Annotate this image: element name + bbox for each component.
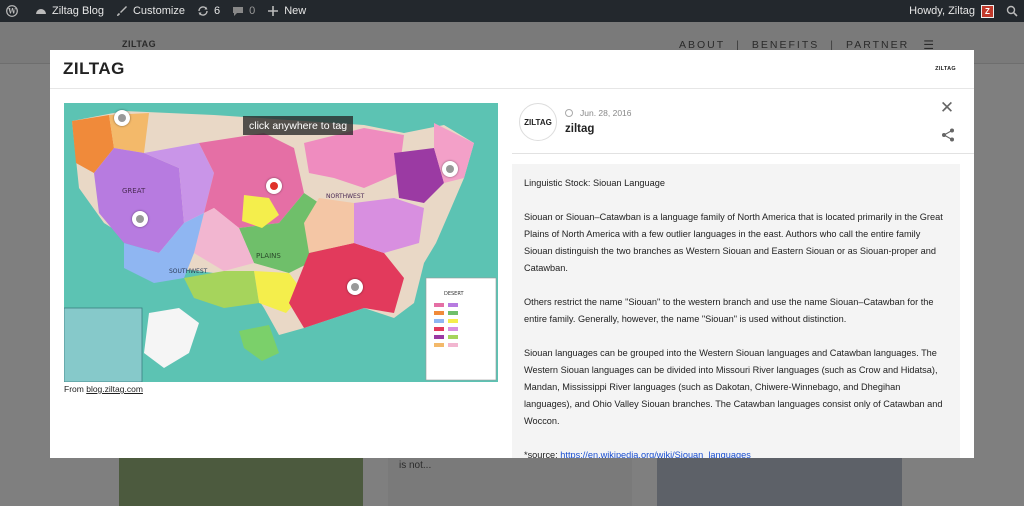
new-label: New	[284, 5, 307, 17]
svg-text:W: W	[7, 7, 16, 16]
updates-link[interactable]: 6	[191, 0, 226, 22]
tag-content: Linguistic Stock: Siouan Language Siouan…	[512, 164, 960, 458]
bg-post-image-right	[657, 458, 902, 506]
site-name-link[interactable]: Ziltag Blog	[29, 0, 110, 22]
dashboard-icon	[36, 9, 46, 14]
share-icon[interactable]	[941, 128, 955, 142]
ziltag-logo-small[interactable]: ZILTAG	[935, 66, 956, 72]
customize-label: Customize	[132, 5, 185, 17]
howdy-label: Howdy, Ziltag	[909, 5, 975, 17]
map-legend-title: DESERT	[444, 291, 464, 297]
clock-icon	[565, 109, 573, 117]
content-source: *source: https://en.wikipedia.org/wiki/S…	[524, 447, 949, 458]
admin-bar: W Ziltag Blog Customize 6 0 New Howdy, Z…	[0, 0, 1024, 22]
click-to-tag-tooltip: click anywhere to tag	[243, 116, 354, 135]
brush-icon	[116, 6, 127, 16]
panel-divider	[512, 153, 974, 154]
map-illustration: GREAT PLAINS NORTHWEST SOUTHWEST DESERT	[64, 103, 498, 382]
map-label-plains: PLAINS	[256, 252, 281, 260]
admin-search-button[interactable]	[1000, 0, 1024, 22]
modal-body: GREAT PLAINS NORTHWEST SOUTHWEST DESERT …	[50, 90, 974, 458]
post-date-text: Jun. 28, 2016	[580, 108, 632, 118]
modal-header: ZILTAG ZILTAG	[50, 50, 974, 89]
map-label-southwest: SOUTHWEST	[169, 268, 208, 275]
plus-icon	[268, 6, 279, 16]
tag-pin[interactable]	[347, 279, 363, 295]
close-icon[interactable]: ✕	[939, 99, 955, 116]
ziltag-modal: ZILTAG ZILTAG GREAT PLAINS NORTHWEST SOU…	[50, 50, 974, 458]
comments-count: 0	[249, 5, 256, 17]
author-avatar[interactable]: ZILTAG	[519, 103, 557, 141]
tag-pin[interactable]	[442, 161, 458, 177]
tag-pin[interactable]	[132, 211, 148, 227]
new-content-link[interactable]: New	[261, 0, 312, 22]
wordpress-logo-button[interactable]: W	[0, 0, 29, 22]
tagged-map-image[interactable]: GREAT PLAINS NORTHWEST SOUTHWEST DESERT …	[64, 103, 498, 382]
search-icon	[1006, 5, 1018, 17]
source-link[interactable]: https://en.wikipedia.org/wiki/Siouan_lan…	[560, 450, 751, 458]
wordpress-icon: W	[6, 5, 18, 17]
content-paragraph-2: Others restrict the name "Siouan" to the…	[524, 297, 934, 324]
user-avatar: Z	[981, 4, 994, 18]
map-credit-prefix: From	[64, 384, 84, 394]
map-credit-link[interactable]: blog.ziltag.com	[86, 384, 143, 394]
updates-count: 6	[213, 5, 221, 17]
site-name-label: Ziltag Blog	[52, 5, 104, 17]
bg-post-excerpt: is not...	[399, 460, 432, 471]
tag-pin[interactable]	[114, 110, 130, 126]
map-credit: From blog.ziltag.com	[64, 384, 143, 394]
content-paragraph-3: Siouan languages can be grouped into the…	[524, 348, 943, 426]
content-paragraph-1: Siouan or Siouan–Catawban is a language …	[524, 212, 943, 273]
tag-detail-panel: ZILTAG Jun. 28, 2016 ziltag ✕ Linguistic…	[512, 90, 974, 458]
map-label-northwest: NORTHWEST	[326, 193, 365, 200]
customize-link[interactable]: Customize	[110, 0, 191, 22]
post-date: Jun. 28, 2016	[565, 108, 632, 118]
author-name[interactable]: ziltag	[565, 123, 594, 135]
tag-pin-active[interactable]	[266, 178, 282, 194]
ziltag-logo[interactable]: ZILTAG	[63, 59, 125, 79]
source-prefix: *source:	[524, 450, 558, 458]
map-label-great: GREAT	[122, 187, 146, 195]
comment-icon	[233, 7, 244, 16]
my-account-link[interactable]: Howdy, Ziltag Z	[903, 0, 1000, 22]
site-logo[interactable]: ZILTAG	[122, 39, 156, 49]
comments-link[interactable]: 0	[226, 0, 261, 22]
refresh-icon	[198, 6, 208, 16]
content-heading: Linguistic Stock: Siouan Language	[524, 178, 665, 188]
bg-post-image-left	[119, 458, 363, 506]
